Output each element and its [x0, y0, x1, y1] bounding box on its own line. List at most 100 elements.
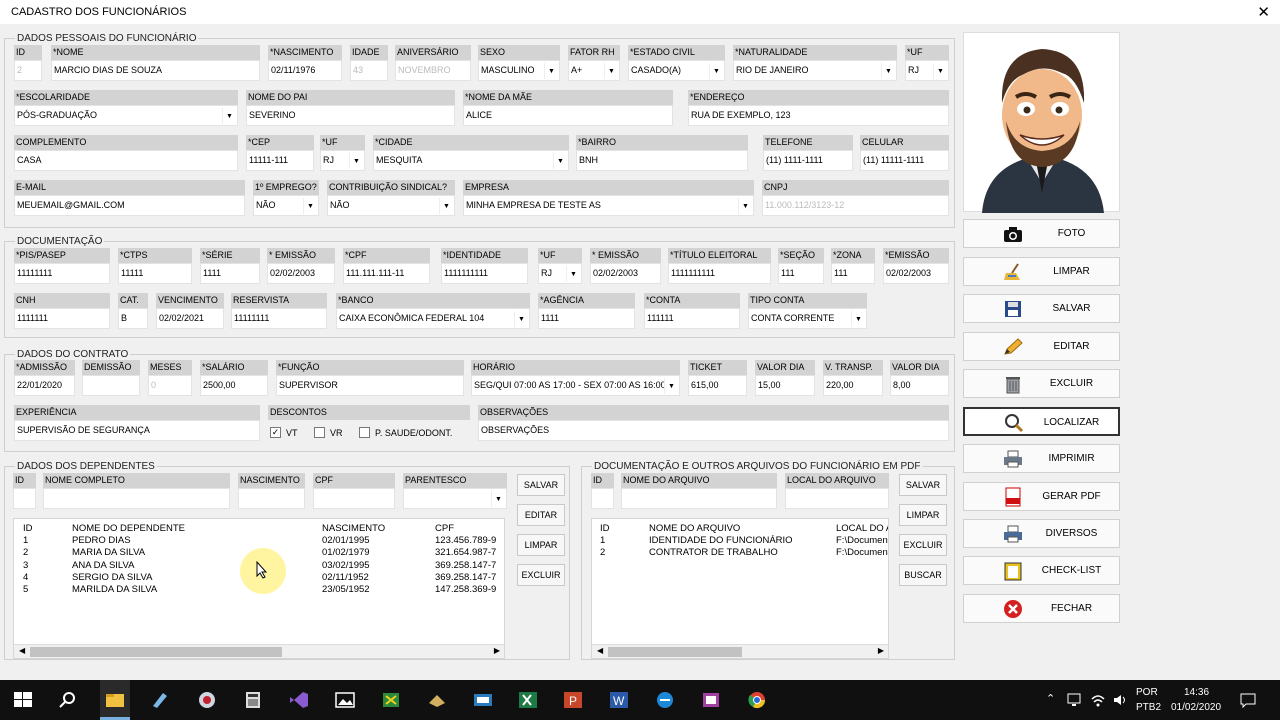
chevron-down-icon[interactable]: ▼ — [881, 63, 895, 79]
table-cell[interactable]: F:\Documen — [836, 547, 888, 559]
table-cell[interactable]: 123.456.789-9 — [435, 535, 496, 547]
table-cell[interactable]: 369.258.147-7 — [435, 560, 496, 572]
app-icon[interactable] — [427, 691, 447, 709]
table-cell[interactable]: 03/02/1995 — [322, 560, 370, 572]
pis-field[interactable]: 11111111 — [14, 263, 110, 284]
emissao1-field[interactable]: 02/02/2003 — [267, 263, 335, 284]
edge-icon[interactable] — [655, 691, 675, 709]
table-row[interactable]: 2 — [23, 547, 28, 559]
chevron-down-icon[interactable]: ▼ — [566, 266, 580, 282]
diversos-button[interactable]: DIVERSOS — [963, 519, 1120, 548]
chevron-down-icon[interactable]: ▼ — [303, 198, 317, 214]
transp-field[interactable]: 220,00 — [823, 375, 883, 396]
chevron-down-icon[interactable]: ▼ — [604, 63, 618, 79]
banco-select[interactable]: CAIXA ECONÔMICA FEDERAL 104 ▼ — [336, 308, 530, 329]
valor-dia2-field[interactable]: 8,00 — [890, 375, 949, 396]
notification-icon[interactable] — [1240, 692, 1256, 708]
table-cell[interactable]: 23/05/1952 — [322, 584, 370, 596]
word-icon[interactable]: W — [609, 691, 629, 709]
chevron-down-icon[interactable]: ▼ — [709, 63, 723, 79]
gerar-pdf-button[interactable]: GERAR PDF — [963, 482, 1120, 511]
nome-mae-field[interactable]: ALICE — [463, 105, 673, 126]
titulo-field[interactable]: 1111111111 — [668, 263, 771, 284]
scroll-left-icon[interactable]: ◀ — [597, 646, 603, 655]
escolaridade-select[interactable]: PÓS-GRADUAÇÃO ▼ — [14, 105, 238, 126]
experiencia-field[interactable]: SUPERVISÃO DE SEGURANÇA — [14, 420, 260, 441]
table-row[interactable]: 1 — [600, 535, 605, 547]
editar-button[interactable]: EDITAR — [963, 332, 1120, 361]
endereco-field[interactable]: RUA DE EXEMPLO, 123 — [688, 105, 949, 126]
dep-editar-button[interactable]: EDITAR — [517, 504, 565, 526]
limpar-button[interactable]: LIMPAR — [963, 257, 1120, 286]
table-cell[interactable]: F:\Documen — [836, 535, 888, 547]
table-cell[interactable]: 02/01/1995 — [322, 535, 370, 547]
table-cell[interactable]: SERGIO DA SILVA — [72, 572, 152, 584]
scrollbar-thumb[interactable] — [608, 647, 742, 657]
keyboard-layout[interactable]: PTB2 — [1136, 702, 1161, 713]
horizontal-scrollbar[interactable]: ◀ ▶ — [592, 644, 888, 658]
table-cell[interactable]: 02/11/1952 — [322, 572, 369, 584]
table-cell[interactable]: ANA DA SILVA — [72, 560, 134, 572]
table-cell[interactable]: IDENTIDADE DO FUNCIONÁRIO — [649, 535, 793, 547]
table-cell[interactable]: PEDRO DIAS — [72, 535, 131, 547]
demissao-field[interactable] — [82, 375, 140, 396]
volume-icon[interactable] — [1112, 693, 1128, 707]
sexo-select[interactable]: MASCULINO ▼ — [478, 60, 560, 81]
dep-nasc-field[interactable] — [238, 488, 305, 509]
zona-field[interactable]: 111 — [831, 263, 875, 284]
nascimento-field[interactable]: 02/11/1976 — [268, 60, 342, 81]
scrollbar-thumb[interactable] — [30, 647, 282, 657]
scroll-left-icon[interactable]: ◀ — [19, 646, 25, 655]
saude-checkbox[interactable] — [359, 427, 370, 438]
serie-field[interactable]: 1111 — [200, 263, 260, 284]
dep-excluir-button[interactable]: EXCLUIR — [517, 564, 565, 586]
table-cell[interactable]: 01/02/1979 — [322, 547, 370, 559]
idade-field[interactable]: 43 — [350, 60, 388, 81]
table-cell[interactable]: 147.258.369-9 — [435, 584, 496, 596]
horario-select[interactable]: SEG/QUI 07:00 AS 17:00 - SEX 07:00 AS 16… — [471, 375, 680, 396]
file-id-field[interactable] — [591, 488, 614, 509]
network-icon[interactable] — [1067, 693, 1081, 707]
app-icon[interactable] — [150, 691, 170, 709]
files-list[interactable]: ID NOME DO ARQUIVO LOCAL DO A 1 IDENTIDAD… — [591, 518, 889, 659]
localizar-button[interactable]: LOCALIZAR — [963, 407, 1120, 436]
conta-field[interactable]: 111111 — [644, 308, 740, 329]
chevron-down-icon[interactable]: ▼ — [738, 198, 752, 214]
chevron-down-icon[interactable]: ▼ — [439, 198, 453, 214]
excel-icon[interactable] — [518, 691, 538, 709]
chevron-down-icon[interactable]: ▼ — [664, 378, 678, 394]
app-icon[interactable] — [473, 691, 493, 709]
chevron-down-icon[interactable]: ▼ — [544, 63, 558, 79]
aniversario-field[interactable]: NOVEMBRO — [395, 60, 471, 81]
clock-time[interactable]: 14:36 — [1184, 687, 1209, 698]
table-row[interactable]: 2 — [600, 547, 605, 559]
salvar-button[interactable]: SALVAR — [963, 294, 1120, 323]
nome-field[interactable]: MARCIO DIAS DE SOUZA — [51, 60, 260, 81]
chevron-down-icon[interactable]: ▼ — [222, 108, 236, 124]
emissao3-field[interactable]: 02/02/2003 — [883, 263, 949, 284]
imprimir-button[interactable]: IMPRIMIR — [963, 444, 1120, 473]
email-field[interactable]: MEUEMAIL@GMAIL.COM — [14, 195, 245, 216]
table-cell[interactable]: MARILDA DA SILVA — [72, 584, 157, 596]
naturalidade-select[interactable]: RIO DE JANEIRO ▼ — [733, 60, 897, 81]
reservista-field[interactable]: 11111111 — [231, 308, 327, 329]
chevron-down-icon[interactable]: ▼ — [553, 153, 567, 169]
dep-nome-field[interactable] — [43, 488, 230, 509]
cidade-select[interactable]: MESQUITA ▼ — [373, 150, 569, 171]
primeiro-emprego-select[interactable]: NÃO ▼ — [253, 195, 319, 216]
visual-studio-icon[interactable] — [289, 691, 309, 709]
chevron-down-icon[interactable]: ▼ — [349, 153, 363, 169]
id-field[interactable]: 2 — [14, 60, 42, 81]
observacoes-field[interactable]: OBSERVAÇÕES — [478, 420, 949, 441]
emissao2-field[interactable]: 02/02/2003 — [590, 263, 661, 284]
scroll-right-icon[interactable]: ▶ — [878, 646, 884, 655]
vr-checkbox[interactable] — [314, 427, 325, 438]
calculator-icon[interactable] — [243, 691, 263, 709]
dep-parentesco-select[interactable]: ▼ — [403, 488, 507, 509]
uf-select[interactable]: RJ ▼ — [905, 60, 949, 81]
dep-id-field[interactable] — [13, 488, 36, 509]
ctps-field[interactable]: 11111 — [118, 263, 192, 284]
foto-button[interactable]: FOTO — [963, 219, 1120, 248]
fator-rh-select[interactable]: A+ ▼ — [568, 60, 620, 81]
cep-field[interactable]: 11111-111 — [246, 150, 314, 171]
